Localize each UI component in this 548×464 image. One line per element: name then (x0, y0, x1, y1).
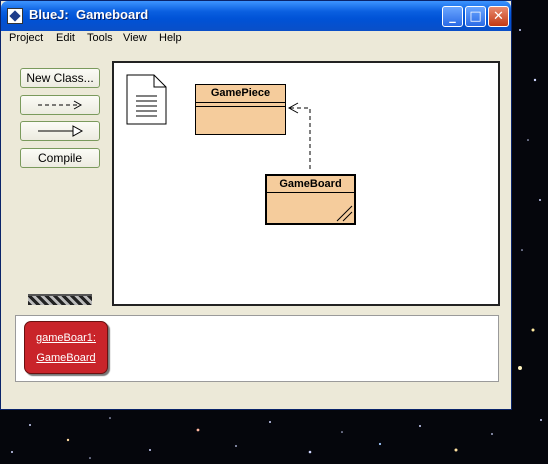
menu-help[interactable]: Help (159, 32, 182, 44)
object-instance-name: gameBoar1: (36, 332, 96, 344)
menu-view[interactable]: View (123, 32, 147, 44)
class-name-gameboard: GameBoard (279, 178, 342, 190)
minimize-button[interactable]: _ (442, 6, 463, 27)
class-divider (267, 192, 354, 193)
menu-tools[interactable]: Tools (87, 32, 113, 44)
compile-button[interactable]: Compile (20, 148, 100, 168)
resize-handle-icon[interactable] (335, 204, 353, 222)
close-button[interactable]: ✕ (488, 6, 509, 27)
class-gameboard[interactable]: GameBoard (265, 174, 356, 225)
bluej-logo-icon (7, 8, 23, 24)
menu-bar: Project Edit Tools View Help (1, 31, 511, 49)
menu-edit[interactable]: Edit (56, 32, 75, 44)
title-bar[interactable]: BlueJ: Gameboard _ □ ✕ (1, 1, 511, 31)
class-name-gamepiece: GamePiece (210, 87, 271, 99)
object-bench: gameBoar1: GameBoard (15, 315, 499, 382)
window-title: BlueJ: Gameboard (29, 7, 149, 22)
object-gameboar1[interactable]: gameBoar1: GameBoard (24, 321, 108, 374)
class-diagram-canvas[interactable]: GamePiece GameBoard (112, 61, 500, 306)
new-class-button[interactable]: New Class... (20, 68, 100, 88)
dashed-arrow-icon (38, 100, 83, 110)
inheritance-arrow-icon (38, 125, 84, 137)
class-divider (196, 106, 285, 107)
bluej-window: BlueJ: Gameboard _ □ ✕ Project Edit Tool… (0, 0, 512, 410)
inherits-arrow-button[interactable] (20, 121, 100, 141)
machine-activity-indicator (28, 294, 92, 305)
uses-arrow-button[interactable] (20, 95, 100, 115)
class-gamepiece[interactable]: GamePiece (195, 84, 286, 135)
menu-project[interactable]: Project (9, 32, 43, 44)
maximize-button[interactable]: □ (465, 6, 486, 27)
class-divider (196, 102, 285, 103)
object-type-name: GameBoard (36, 352, 96, 364)
